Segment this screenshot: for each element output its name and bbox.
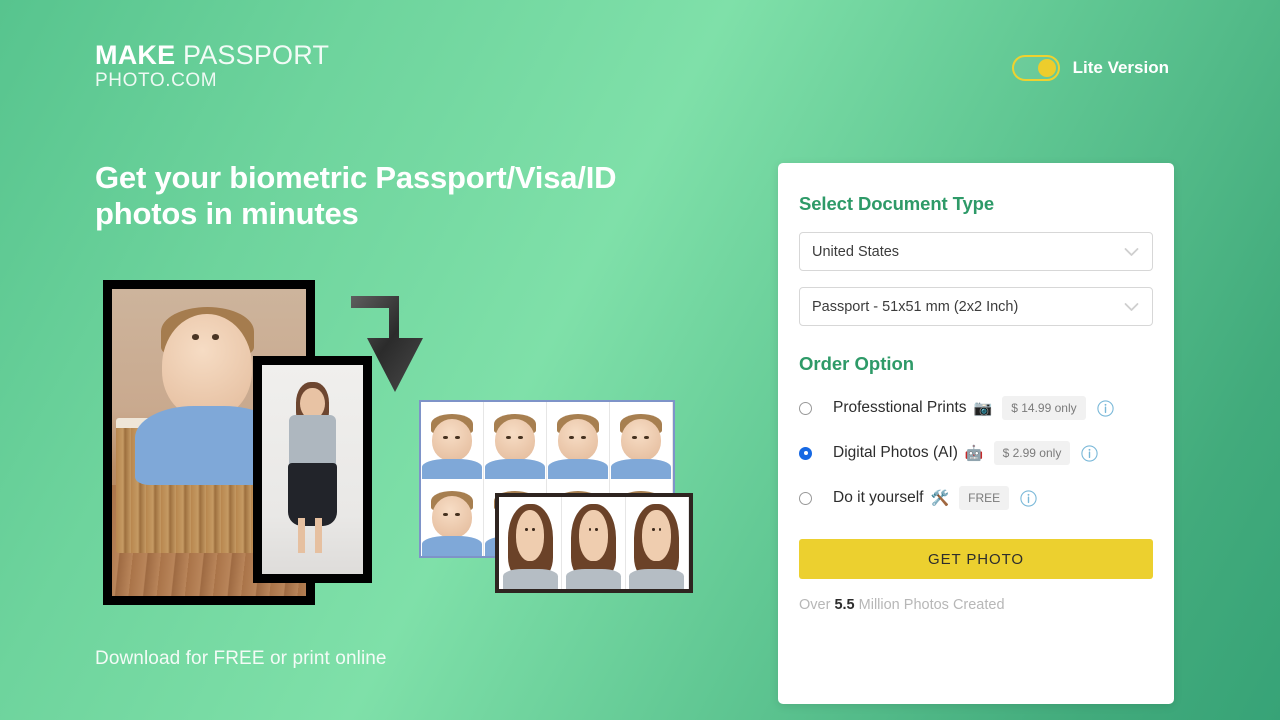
site-logo[interactable]: MAKE PASSPORT PHOTO.COM — [95, 41, 329, 92]
order-option-do-it-yourself[interactable]: Do it yourself 🛠️ FREE — [799, 486, 1153, 510]
baby-right-eye — [211, 334, 219, 340]
info-icon[interactable] — [1096, 399, 1114, 417]
robot-icon: 🤖 — [964, 444, 984, 462]
photos-created-counter: Over 5.5 Million Photos Created — [799, 597, 1153, 613]
passport-photo-cell — [562, 497, 626, 589]
camera-icon: 📷 — [973, 399, 993, 417]
get-photo-button[interactable]: GET PHOTO — [799, 539, 1153, 579]
woman-left-leg — [298, 517, 306, 554]
price-badge: $ 14.99 only — [1002, 396, 1086, 420]
chevron-down-icon — [1124, 302, 1139, 311]
woman-right-leg — [314, 517, 322, 554]
toggle-knob — [1037, 59, 1056, 77]
counter-number: 5.5 — [834, 597, 855, 613]
hero-subline: Download for FREE or print online — [95, 648, 387, 669]
option-label: Do it yourself — [833, 489, 924, 506]
chevron-down-icon — [1124, 247, 1139, 256]
hero-illustration — [95, 270, 715, 610]
baby-left-eye — [191, 334, 199, 340]
baby-head — [162, 313, 252, 418]
conversion-arrow-icon — [351, 296, 423, 392]
radio-digital-photos[interactable] — [799, 446, 812, 460]
option-label: Professtional Prints — [833, 399, 967, 416]
counter-suffix: Million Photos Created — [854, 597, 1005, 613]
woman-passport-photo-sheet — [495, 493, 693, 593]
order-option-professional-prints[interactable]: Professtional Prints 📷 $ 14.99 only — [799, 396, 1153, 420]
passport-photo-cell — [499, 497, 563, 589]
select-document-type-heading: Select Document Type — [799, 193, 995, 214]
counter-prefix: Over — [799, 597, 835, 613]
info-icon[interactable] — [1081, 444, 1098, 462]
lite-version-label: Lite Version — [1072, 58, 1169, 77]
passport-photo-cell — [421, 479, 484, 556]
document-type-select-value: Passport - 51x51 mm (2x2 Inch) — [812, 298, 1019, 315]
woman-photo-content — [262, 365, 363, 574]
option-label: Digital Photos (AI) — [833, 444, 958, 461]
country-select-value: United States — [812, 243, 900, 260]
logo-word-passport: PASSPORT — [175, 40, 330, 70]
woman-sheet-grid — [499, 497, 689, 589]
document-type-select[interactable]: Passport - 51x51 mm (2x2 Inch) — [799, 287, 1153, 326]
order-form-card: Select Document Type United States Passp… — [778, 163, 1174, 704]
hammer-and-wrench-icon: 🛠️ — [930, 489, 950, 507]
logo-domain: PHOTO.COM — [95, 70, 218, 91]
passport-photo-cell — [610, 402, 673, 479]
price-badge: $ 2.99 only — [993, 441, 1071, 465]
passport-photo-cell — [625, 497, 689, 589]
lite-version-toggle-group[interactable]: Lite Version — [1011, 55, 1169, 81]
info-icon[interactable] — [1020, 489, 1037, 507]
order-option-digital-photos[interactable]: Digital Photos (AI) 🤖 $ 2.99 only — [799, 441, 1153, 465]
passport-photo-cell — [484, 402, 547, 479]
radio-professional-prints[interactable] — [799, 401, 812, 415]
order-option-heading: Order Option — [799, 353, 915, 374]
radio-do-it-yourself[interactable] — [799, 491, 812, 505]
landing-page: MAKE PASSPORT PHOTO.COM Lite Version Get… — [0, 0, 1280, 720]
country-select[interactable]: United States — [799, 232, 1153, 271]
price-badge: FREE — [959, 486, 1010, 510]
passport-photo-cell — [421, 402, 484, 479]
page-headline: Get your biometric Passport/Visa/ID phot… — [95, 160, 617, 231]
woman-scene — [262, 365, 363, 574]
logo-word-make: MAKE — [95, 40, 176, 70]
woman-skirt — [288, 463, 337, 526]
passport-photo-cell — [547, 402, 610, 479]
woman-shirt — [289, 415, 336, 468]
lite-version-toggle[interactable] — [1011, 55, 1060, 81]
logo-primary-line: MAKE PASSPORT — [95, 41, 329, 70]
